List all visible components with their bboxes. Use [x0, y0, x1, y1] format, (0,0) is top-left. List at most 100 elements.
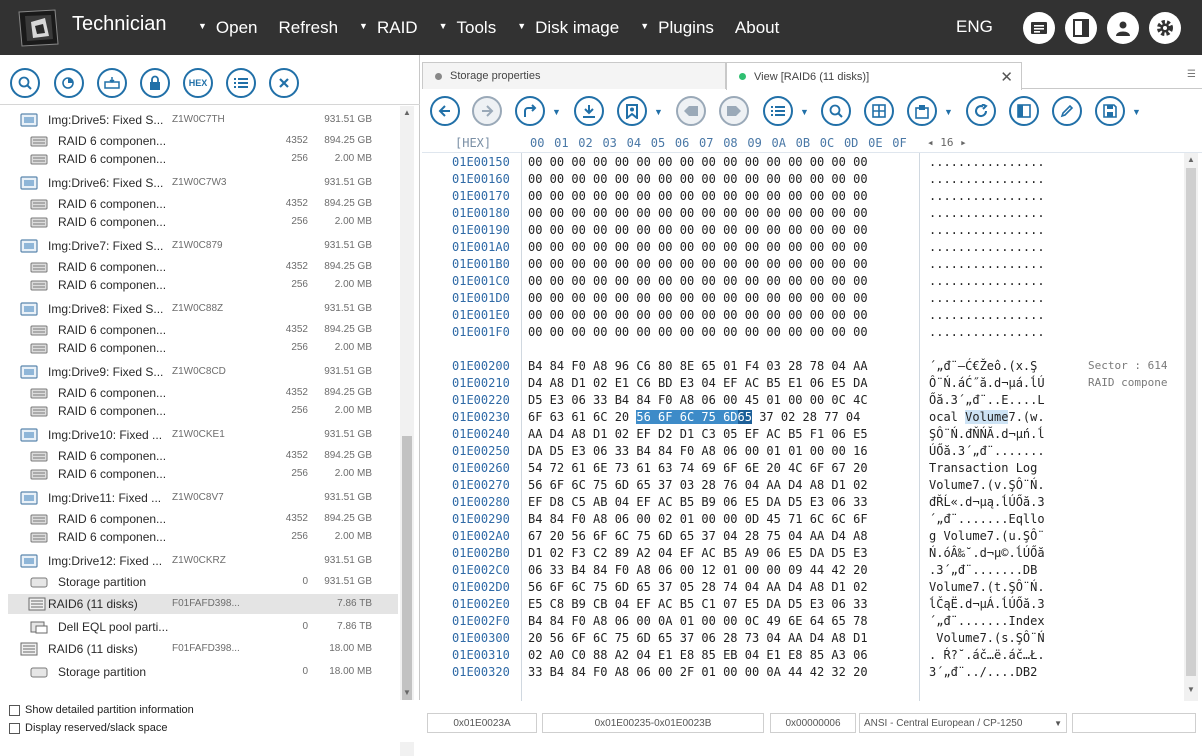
templates-button[interactable]: [864, 96, 894, 126]
menu-tools[interactable]: ▼ Tools: [439, 18, 497, 38]
hex-row[interactable]: 01E001F0 00 00 00 00 00 00 00 00 00 00 00…: [422, 325, 1184, 342]
menu-disk-image[interactable]: ▼ Disk image: [517, 18, 619, 38]
save-dropdown-icon[interactable]: ▼: [1132, 107, 1141, 117]
export-dropdown-icon[interactable]: ▼: [944, 107, 953, 117]
tree-row[interactable]: RAID6 (11 disks) F01FAFD398... 18.00 MB: [0, 639, 398, 659]
tree-row[interactable]: RAID 6 componen... 4352 894.25 GB: [0, 509, 398, 529]
tree-row[interactable]: Dell EQL pool parti... 0 7.86 TB: [0, 617, 398, 637]
tree-row[interactable]: RAID 6 componen... 256 2.00 MB: [0, 275, 398, 295]
hex-row[interactable]: 01E002A0 67 20 56 6F 6C 75 6D 65 37 04 28…: [422, 529, 1184, 546]
hex-row[interactable]: 01E002B0 D1 02 F3 C2 89 A2 04 EF AC B5 A9…: [422, 546, 1184, 563]
hex-row[interactable]: 01E00260 54 72 61 6E 73 61 63 74 69 6F 6E…: [422, 461, 1184, 478]
hex-scrollbar[interactable]: ▲ ▼: [1184, 153, 1198, 701]
scan-button[interactable]: [54, 68, 84, 98]
hex-row[interactable]: 01E002F0 B4 84 F0 A8 06 00 0A 01 00 00 0C…: [422, 614, 1184, 631]
tree-row[interactable]: RAID 6 componen... 256 2.00 MB: [0, 212, 398, 232]
close-tab-icon[interactable]: ✕: [1000, 68, 1013, 86]
split-view-button[interactable]: [1009, 96, 1039, 126]
tabs-menu-icon[interactable]: ☰: [1187, 69, 1196, 80]
close-disk-button[interactable]: [269, 68, 299, 98]
tree-row[interactable]: RAID 6 componen... 4352 894.25 GB: [0, 194, 398, 214]
menu-about[interactable]: About: [735, 18, 779, 38]
hex-row[interactable]: 01E001D0 00 00 00 00 00 00 00 00 00 00 00…: [422, 291, 1184, 308]
hex-row[interactable]: 01E002C0 06 33 B4 84 F0 A8 06 00 12 01 00…: [422, 563, 1184, 580]
download-button[interactable]: [574, 96, 604, 126]
hex-view-button[interactable]: HEX: [183, 68, 213, 98]
hex-scroll-thumb[interactable]: [1186, 168, 1196, 676]
hex-row[interactable]: 01E00300 20 56 6F 6C 75 6D 65 37 06 28 73…: [422, 631, 1184, 648]
save-button[interactable]: [1095, 96, 1125, 126]
tree-row[interactable]: Img:Drive8: Fixed S... Z1W0C88Z 931.51 GB: [0, 299, 398, 319]
menu-open[interactable]: ▼ Open: [198, 18, 258, 38]
view-mode-button[interactable]: [763, 96, 793, 126]
tree-row[interactable]: Storage partition 0 931.51 GB: [0, 572, 398, 592]
hex-row[interactable]: 01E00280 EF D8 C5 AB 04 EF AC B5 B9 06 E5…: [422, 495, 1184, 512]
hex-row[interactable]: 01E00310 02 A0 C0 88 A2 04 E1 E8 85 EB 04…: [422, 648, 1184, 665]
hex-row[interactable]: 01E002E0 E5 C8 B9 CB 04 EF AC B5 C1 07 E5…: [422, 597, 1184, 614]
messages-button[interactable]: [1023, 12, 1055, 44]
tree-row[interactable]: RAID 6 componen... 4352 894.25 GB: [0, 446, 398, 466]
tree-row[interactable]: RAID6 (11 disks) F01FAFD398... 7.86 TB: [8, 594, 398, 614]
hex-row[interactable]: 01E001B0 00 00 00 00 00 00 00 00 00 00 00…: [422, 257, 1184, 274]
bookmark-button[interactable]: [617, 96, 647, 126]
tree-row[interactable]: Storage partition 0 18.00 MB: [0, 662, 398, 682]
next-bookmark-button[interactable]: [719, 96, 749, 126]
tree-row[interactable]: Img:Drive9: Fixed S... Z1W0C8CD 931.51 GB: [0, 362, 398, 382]
tree-row[interactable]: Img:Drive11: Fixed ... Z1W0C8V7 931.51 GB: [0, 488, 398, 508]
tree-row[interactable]: Img:Drive6: Fixed S... Z1W0C7W3 931.51 GB: [0, 173, 398, 193]
tree-row[interactable]: Img:Drive5: Fixed S... Z1W0C7TH 931.51 GB: [0, 110, 398, 130]
hex-row[interactable]: 01E00240 AA D4 A8 D1 02 EF D2 D1 C3 05 EF…: [422, 427, 1184, 444]
bookmark-dropdown-icon[interactable]: ▼: [654, 107, 663, 117]
hex-row[interactable]: 01E00290 B4 84 F0 A8 06 00 02 01 00 00 0D…: [422, 512, 1184, 529]
hex-row[interactable]: 01E00170 00 00 00 00 00 00 00 00 00 00 00…: [422, 189, 1184, 206]
tree-row[interactable]: RAID 6 componen... 256 2.00 MB: [0, 401, 398, 421]
hex-row[interactable]: 01E00180 00 00 00 00 00 00 00 00 00 00 00…: [422, 206, 1184, 223]
hex-row[interactable]: 01E00150 00 00 00 00 00 00 00 00 00 00 00…: [422, 155, 1184, 172]
show-detailed-checkbox[interactable]: [9, 704, 20, 716]
tab-storage-properties[interactable]: Storage properties: [422, 62, 726, 89]
tree-row[interactable]: RAID 6 componen... 4352 894.25 GB: [0, 131, 398, 151]
goto-dropdown-icon[interactable]: ▼: [552, 107, 561, 117]
language-selector[interactable]: ENG: [956, 17, 993, 37]
find-button[interactable]: [821, 96, 851, 126]
hex-row[interactable]: 01E00250 DA D5 E3 06 33 B4 84 F0 A8 06 00…: [422, 444, 1184, 461]
search-disk-button[interactable]: [10, 68, 40, 98]
bytes-per-row[interactable]: ◂ 16 ▸: [927, 136, 967, 149]
tree-row[interactable]: RAID 6 componen... 256 2.00 MB: [0, 464, 398, 484]
tree-row[interactable]: RAID 6 componen... 256 2.00 MB: [0, 149, 398, 169]
back-button[interactable]: [430, 96, 460, 126]
tree-row[interactable]: RAID 6 componen... 4352 894.25 GB: [0, 320, 398, 340]
create-image-button[interactable]: [97, 68, 127, 98]
tree-scroll-thumb[interactable]: [402, 436, 412, 706]
refresh-view-button[interactable]: [966, 96, 996, 126]
display-reserved-checkbox[interactable]: [9, 722, 20, 734]
settings-button[interactable]: [1149, 12, 1181, 44]
export-button[interactable]: [907, 96, 937, 126]
hex-view[interactable]: 01E00150 00 00 00 00 00 00 00 00 00 00 00…: [422, 153, 1184, 701]
hex-row[interactable]: 01E00160 00 00 00 00 00 00 00 00 00 00 00…: [422, 172, 1184, 189]
tree-scrollbar[interactable]: ▲ ▼: [400, 106, 414, 756]
tree-row[interactable]: RAID 6 componen... 256 2.00 MB: [0, 338, 398, 358]
hex-row[interactable]: 01E001E0 00 00 00 00 00 00 00 00 00 00 00…: [422, 308, 1184, 325]
hex-row[interactable]: 01E00230 6F 63 61 6C 20 56 6F 6C 75 6D65 …: [422, 410, 1184, 427]
tab-view-raid6[interactable]: View [RAID6 (11 disks)] ✕: [726, 62, 1022, 90]
prev-bookmark-button[interactable]: [676, 96, 706, 126]
goto-button[interactable]: [515, 96, 545, 126]
hex-row[interactable]: 01E00210 D4 A8 D1 02 E1 C6 BD E3 04 EF AC…: [422, 376, 1184, 393]
scroll-up-icon[interactable]: ▲: [403, 108, 411, 117]
tree-row[interactable]: Img:Drive12: Fixed ... Z1W0CKRZ 931.51 GB: [0, 551, 398, 571]
hex-row[interactable]: 01E00220 D5 E3 06 33 B4 84 F0 A8 06 00 45…: [422, 393, 1184, 410]
hex-row[interactable]: 01E001C0 00 00 00 00 00 00 00 00 00 00 00…: [422, 274, 1184, 291]
hex-row[interactable]: 01E00200 B4 84 F0 A8 96 C6 80 8E 65 01 F4…: [422, 359, 1184, 376]
tree-row[interactable]: Img:Drive7: Fixed S... Z1W0C879 931.51 GB: [0, 236, 398, 256]
tree-row[interactable]: RAID 6 componen... 256 2.00 MB: [0, 527, 398, 547]
hex-row[interactable]: 01E00270 56 6F 6C 75 6D 65 37 03 28 76 04…: [422, 478, 1184, 495]
view-mode-dropdown-icon[interactable]: ▼: [800, 107, 809, 117]
show-detailed-option[interactable]: Show detailed partition information: [9, 704, 194, 716]
hex-row[interactable]: 01E002D0 56 6F 6C 75 6D 65 37 05 28 74 04…: [422, 580, 1184, 597]
forward-button[interactable]: [472, 96, 502, 126]
scroll-up-icon[interactable]: ▲: [1187, 155, 1195, 164]
account-button[interactable]: [1107, 12, 1139, 44]
panel-toggle-button[interactable]: [1065, 12, 1097, 44]
list-view-button[interactable]: [226, 68, 256, 98]
